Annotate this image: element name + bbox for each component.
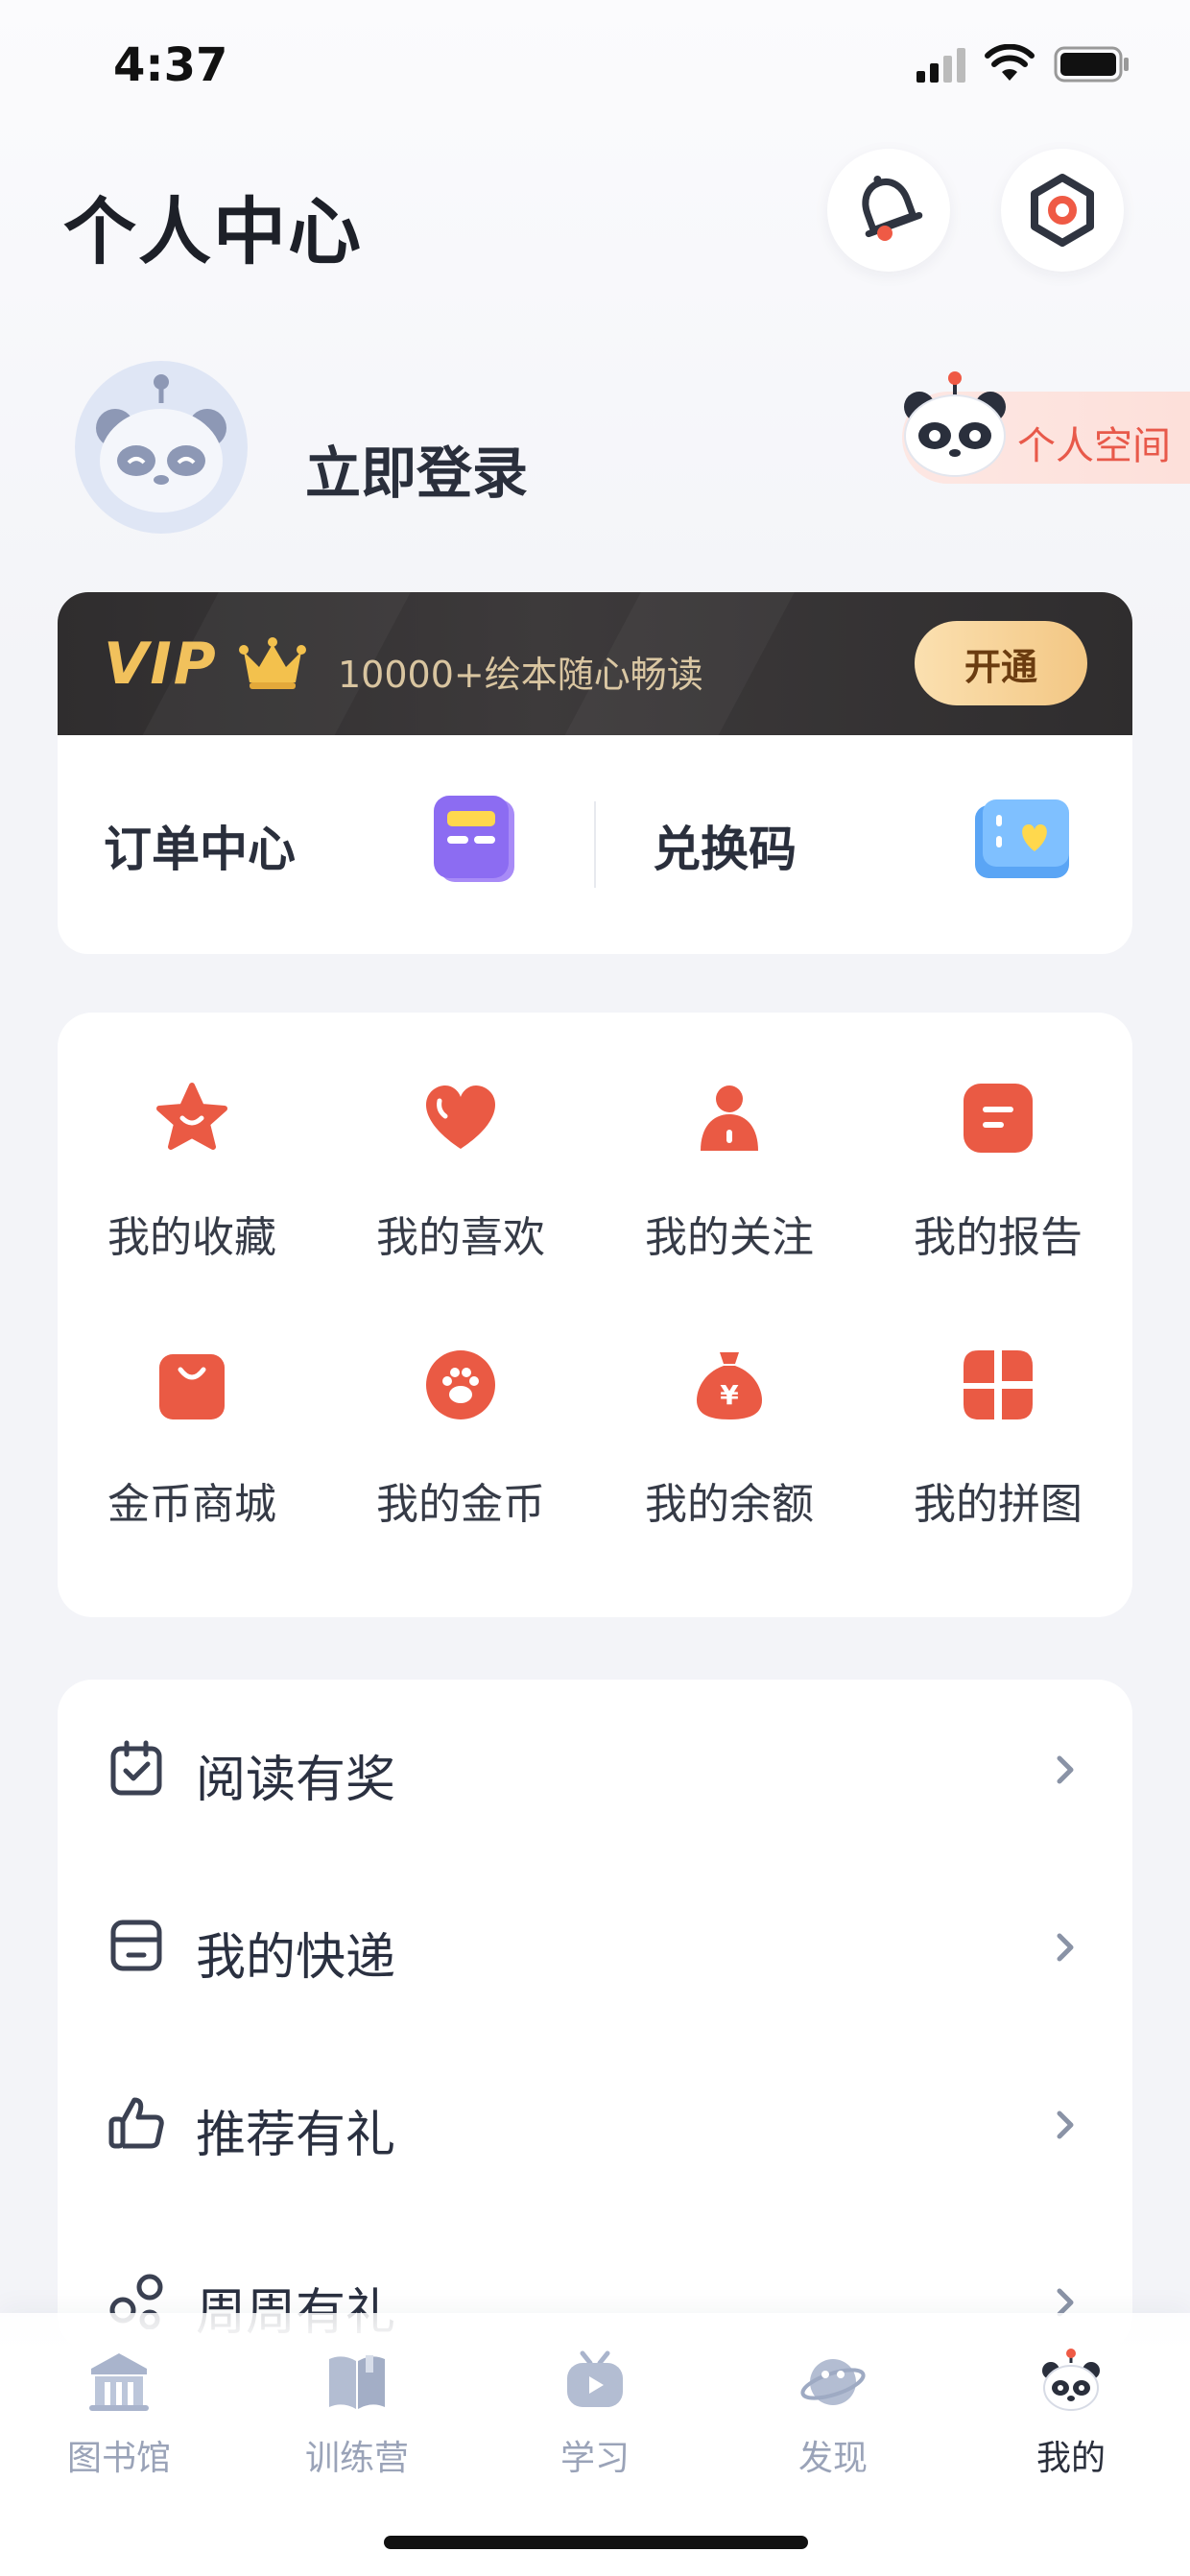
tab-label: 图书馆 <box>66 2439 171 2478</box>
puzzle-icon <box>964 1350 1033 1419</box>
menu-item-label: 推荐有礼 <box>196 2107 396 2164</box>
menu-item-referral-rewards[interactable]: 推荐有礼 <box>58 2035 1132 2212</box>
tab-mine[interactable]: 我的 <box>952 2348 1190 2492</box>
menu-item-my-delivery[interactable]: 我的快递 <box>58 1857 1132 2035</box>
tab-label: 我的 <box>1035 2439 1106 2478</box>
grid-item-label: 我的报告 <box>914 1213 1083 1262</box>
menu-list: 阅读有奖 我的快递 推荐有礼 周周有礼 <box>58 1680 1132 2351</box>
notification-button[interactable] <box>827 149 950 272</box>
crown-icon <box>239 637 306 689</box>
tab-label: 学习 <box>559 2439 630 2478</box>
grid-item-coin-mall[interactable]: 金币商城 <box>58 1318 326 1558</box>
panda-icon <box>1042 2349 1100 2411</box>
tab-library[interactable]: 图书馆 <box>0 2348 238 2492</box>
gear-icon <box>1031 174 1094 247</box>
grid-item-label: 金币商城 <box>107 1480 276 1529</box>
avatar[interactable] <box>75 361 248 534</box>
menu-item-label: 阅读有奖 <box>196 1752 396 1809</box>
report-icon <box>964 1084 1033 1153</box>
tab-discover[interactable]: 发现 <box>714 2348 952 2492</box>
grid-item-label: 我的拼图 <box>914 1480 1083 1529</box>
tv-icon <box>567 2350 623 2407</box>
grid-item-label: 我的金币 <box>376 1480 545 1529</box>
status-bar: 4:37 <box>0 0 1190 125</box>
battery-icon <box>1054 46 1129 83</box>
chevron-right-icon <box>1057 2111 1074 2139</box>
heart-icon <box>426 1085 495 1149</box>
grid-item-label: 我的关注 <box>645 1213 814 1262</box>
shortcut-divider <box>594 801 596 888</box>
bell-icon <box>862 176 923 241</box>
panda-mascot-icon <box>904 371 1006 477</box>
personal-space-label: 个人空间 <box>1017 424 1171 468</box>
page-title: 个人中心 <box>63 189 363 274</box>
book-icon <box>329 2355 385 2409</box>
grid-item-label: 我的收藏 <box>107 1213 276 1262</box>
login-link[interactable]: 立即登录 <box>305 428 528 509</box>
shopping-bag-icon <box>159 1354 225 1419</box>
thumbs-up-icon <box>108 2097 164 2149</box>
menu-item-reading-rewards[interactable]: 阅读有奖 <box>58 1680 1132 1857</box>
vip-card: VIP 10000+绘本随心畅读 开通 订单中心 兑换码 <box>58 592 1132 954</box>
paw-coin-icon <box>426 1350 495 1419</box>
calendar-check-icon <box>110 1740 162 1796</box>
wifi-icon <box>985 44 1035 81</box>
vip-banner[interactable]: VIP 10000+绘本随心畅读 开通 <box>58 592 1132 735</box>
function-grid: 我的收藏 我的喜欢 我的关注 我的报告 金币商城 我的金币 ¥ 我的余额 我的拼… <box>58 1013 1132 1617</box>
chevron-right-icon <box>1057 1755 1074 1784</box>
chevron-right-icon <box>1057 1933 1074 1962</box>
home-indicator[interactable] <box>384 2536 808 2549</box>
grid-item-puzzle[interactable]: 我的拼图 <box>864 1318 1132 1558</box>
panda-avatar-icon <box>96 374 226 513</box>
ticket-icon[interactable] <box>969 794 1075 890</box>
planet-icon <box>800 2359 866 2405</box>
package-icon <box>110 1920 162 1971</box>
tab-label: 训练营 <box>304 2439 409 2478</box>
grid-item-reports[interactable]: 我的报告 <box>864 1051 1132 1291</box>
grid-item-coins[interactable]: 我的金币 <box>326 1318 595 1558</box>
money-bag-icon: ¥ <box>697 1352 762 1419</box>
menu-item-label: 我的快递 <box>196 1929 396 1987</box>
order-center-link[interactable]: 订单中心 <box>104 811 296 880</box>
library-icon <box>89 2353 149 2411</box>
grid-item-label: 我的喜欢 <box>376 1213 545 1262</box>
grid-item-following[interactable]: 我的关注 <box>595 1051 864 1291</box>
redeem-code-link[interactable]: 兑换码 <box>653 811 797 880</box>
grid-item-favorites[interactable]: 我的收藏 <box>58 1051 326 1291</box>
grid-item-balance[interactable]: ¥ 我的余额 <box>595 1318 864 1558</box>
status-time: 4:37 <box>113 38 228 92</box>
svg-text:¥: ¥ <box>720 1379 739 1411</box>
grid-item-label: 我的余额 <box>645 1480 814 1529</box>
tab-study[interactable]: 学习 <box>476 2348 714 2492</box>
vip-logo: VIP <box>104 631 218 698</box>
vip-open-button[interactable]: 开通 <box>915 621 1087 705</box>
receipt-icon[interactable] <box>426 794 532 890</box>
person-icon <box>701 1085 758 1151</box>
star-icon <box>156 1083 227 1150</box>
tab-label: 发现 <box>797 2439 868 2478</box>
vip-slogan: 10000+绘本随心畅读 <box>338 654 703 696</box>
cellular-signal-icon <box>916 48 965 83</box>
grid-item-likes[interactable]: 我的喜欢 <box>326 1051 595 1291</box>
tab-training-camp[interactable]: 训练营 <box>238 2348 476 2492</box>
settings-button[interactable] <box>1001 149 1124 272</box>
